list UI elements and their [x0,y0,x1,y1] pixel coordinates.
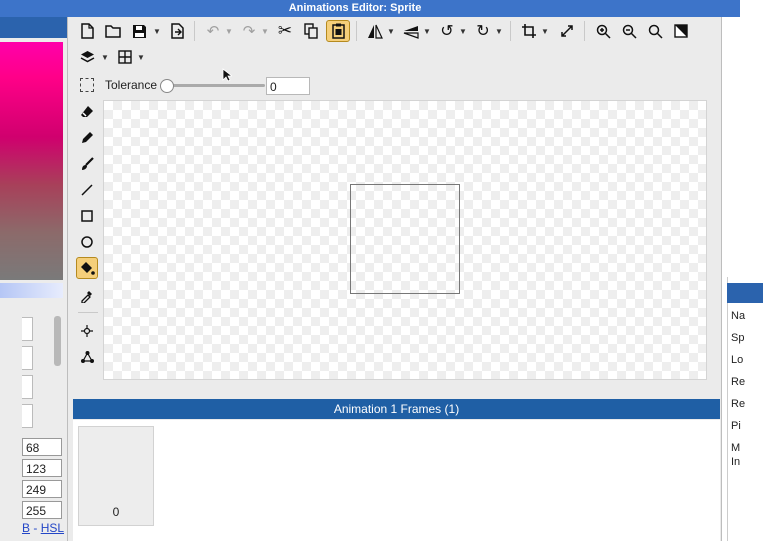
toolbar-separator [510,21,511,41]
hsl-mode-link[interactable]: HSL [41,521,64,535]
property-label: Re [731,376,746,388]
color-panel-header [0,17,67,38]
frame-label: 0 [112,505,120,519]
brush-icon[interactable] [76,153,98,175]
frames-header: Animation 1 Frames (1) [73,399,720,419]
invert-icon[interactable] [670,20,692,42]
color-value-field[interactable]: 255 [22,501,62,519]
color-slider-field[interactable] [22,404,33,428]
tolerance-slider-handle[interactable] [160,79,174,93]
layers-icon[interactable] [76,46,98,68]
undo-dropdown-icon[interactable]: ▼ [224,20,234,42]
property-label: M [731,442,741,454]
color-value-field[interactable]: 68 [22,438,62,456]
fill-bucket-icon[interactable] [76,257,98,279]
resize-icon[interactable] [556,20,578,42]
rotate-cw-icon[interactable]: ↻ [472,20,494,42]
property-label: Re [731,398,746,410]
color-mode-separator: - [30,521,41,535]
new-file-icon[interactable] [76,20,98,42]
color-slider-field[interactable] [22,346,33,370]
color-value-field[interactable]: 249 [22,480,62,498]
property-label: In [731,456,741,468]
grid-dropdown-icon[interactable]: ▼ [136,46,146,68]
line-icon[interactable] [76,179,98,201]
mouse-cursor-icon [222,68,234,85]
color-value-field[interactable]: 123 [22,459,62,477]
ellipse-icon[interactable] [76,231,98,253]
flip-v-dropdown-icon[interactable]: ▼ [422,20,432,42]
flip-vertical-icon[interactable] [400,20,422,42]
export-icon[interactable] [166,20,188,42]
toolbar-separator [584,21,585,41]
flip-horizontal-icon[interactable] [364,20,386,42]
tolerance-slider[interactable] [162,84,265,87]
copy-icon[interactable] [300,20,322,42]
color-hue-strip[interactable] [0,283,63,298]
grid-icon[interactable] [114,46,136,68]
tolerance-input[interactable]: 0 [266,77,310,95]
rotate-ccw-icon[interactable]: ↺ [436,20,458,42]
color-panel-scrollbar[interactable] [54,316,61,366]
property-label: Na [731,310,746,322]
node-graph-icon[interactable] [76,346,98,368]
sprite-bounds [350,184,460,294]
paste-icon[interactable] [326,20,350,42]
crop-dropdown-icon[interactable]: ▼ [540,20,550,42]
window-titlebar: Animations Editor: Sprite [0,0,740,17]
redo-icon[interactable]: ↷ [238,20,260,42]
eyedropper-icon[interactable] [76,285,98,307]
save-dropdown-icon[interactable]: ▼ [152,20,162,42]
color-slider-field[interactable] [22,317,33,341]
tool-separator [78,312,98,313]
property-label: Pi [731,420,741,432]
color-mode-links: B - HSL [22,521,64,535]
cut-icon[interactable]: ✂ [274,20,296,42]
selection-icon[interactable] [80,78,94,92]
open-folder-icon[interactable] [102,20,124,42]
move-point-icon[interactable] [76,320,98,342]
color-slider-field[interactable] [22,375,33,399]
zoom-out-icon[interactable] [618,20,640,42]
toolbar-separator [356,21,357,41]
save-icon[interactable] [128,20,150,42]
flip-dropdown-icon[interactable]: ▼ [386,20,396,42]
rgb-mode-link[interactable]: B [22,521,30,535]
zoom-in-icon[interactable] [592,20,614,42]
redo-dropdown-icon[interactable]: ▼ [260,20,270,42]
tolerance-label: Tolerance [105,78,158,92]
window-title: Animations Editor: Sprite [288,2,422,14]
rotate-cw-dropdown-icon[interactable]: ▼ [494,20,504,42]
frames-area [73,420,720,541]
crop-icon[interactable] [518,20,540,42]
color-gradient-picker[interactable] [0,42,63,280]
property-label: Lo [731,354,744,366]
properties-panel-header [727,283,763,303]
rotate-ccw-dropdown-icon[interactable]: ▼ [458,20,468,42]
pencil-icon[interactable] [76,127,98,149]
zoom-fit-icon[interactable] [644,20,666,42]
toolbar-separator [194,21,195,41]
rectangle-icon[interactable] [76,205,98,227]
property-label: Sp [731,332,745,344]
eraser-icon[interactable] [76,101,98,123]
undo-icon[interactable]: ↶ [202,20,224,42]
layers-dropdown-icon[interactable]: ▼ [100,46,110,68]
